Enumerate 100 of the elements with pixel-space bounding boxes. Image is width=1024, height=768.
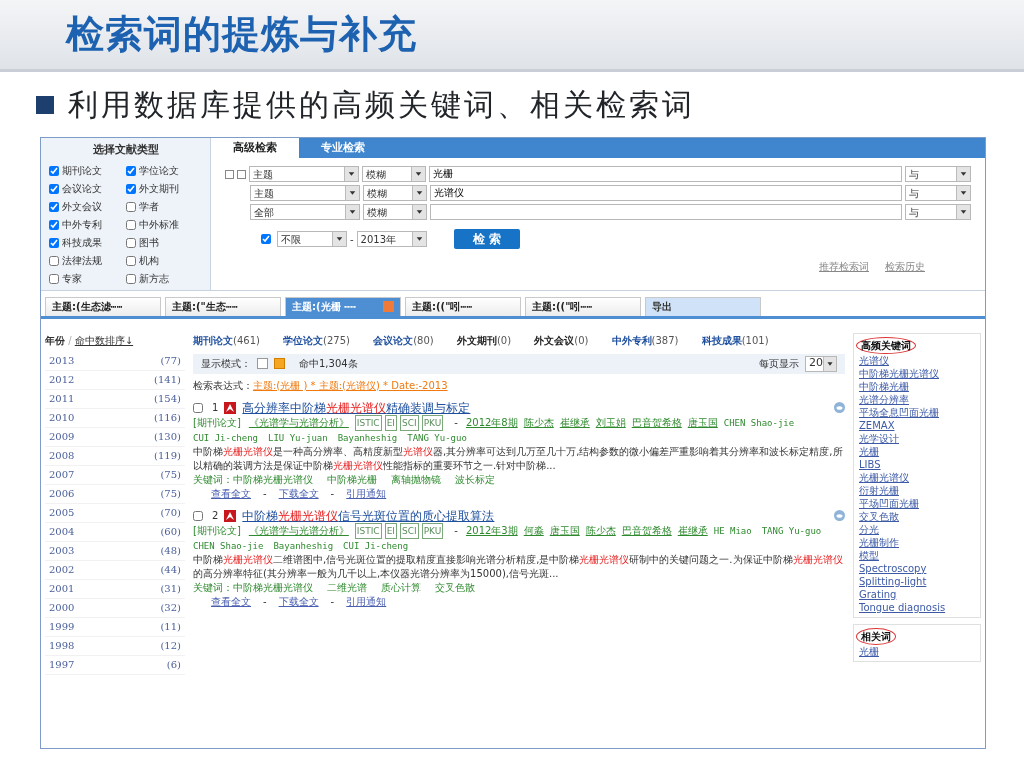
journal-link[interactable]: 《光谱学与光谱分析》: [248, 523, 349, 538]
keyword-link[interactable]: 中阶梯光栅: [327, 472, 377, 487]
year-link[interactable]: 2004: [49, 524, 75, 539]
tab[interactable]: 主题:(("吲┅┅: [525, 296, 641, 316]
author-link[interactable]: 崔继承: [677, 523, 708, 538]
year-link[interactable]: 2009: [49, 429, 75, 444]
action-link[interactable]: 引用通知: [346, 486, 387, 501]
keyword-link[interactable]: 中阶梯光栅光谱仪: [233, 580, 313, 595]
select-field[interactable]: 2013年: [356, 231, 427, 247]
checkbox[interactable]: [261, 234, 271, 244]
input-field[interactable]: 光栅: [429, 166, 902, 182]
keyword-link[interactable]: 离轴抛物镜: [391, 472, 441, 487]
type-count-link[interactable]: 学位论文(275): [283, 334, 350, 346]
type-count-link[interactable]: 期刊论文(461): [193, 334, 260, 346]
tab[interactable]: 高级检索: [211, 138, 299, 158]
keyword-link[interactable]: 衍射光栅: [859, 483, 975, 497]
year-link[interactable]: 1998: [49, 638, 75, 653]
keyword-link[interactable]: Spectroscopy: [859, 561, 975, 575]
year-link[interactable]: 1999: [49, 619, 75, 634]
type-count-link[interactable]: 中外专利(387): [611, 334, 679, 346]
action-link[interactable]: 下载全文: [278, 486, 319, 501]
select-field[interactable]: 与: [905, 204, 971, 220]
checkbox[interactable]: [125, 165, 136, 176]
year-link[interactable]: 2000: [49, 600, 75, 615]
checkbox[interactable]: [49, 237, 59, 248]
year-link[interactable]: 2001: [49, 581, 75, 596]
tab[interactable]: 主题:(生态滤┅┅: [45, 296, 161, 316]
bubble-icon[interactable]: [834, 510, 845, 521]
year-link[interactable]: 2002: [49, 562, 75, 577]
keyword-link[interactable]: ZEMAX: [859, 418, 975, 432]
author-link[interactable]: 巴音贺希格: [621, 523, 672, 538]
year-link[interactable]: 2011: [49, 391, 75, 406]
checkbox[interactable]: [125, 219, 136, 230]
keyword-link[interactable]: 中阶梯光栅: [859, 379, 975, 393]
year-link[interactable]: 1997: [49, 657, 75, 672]
result-title-link[interactable]: 中阶梯光栅光谱仪信号光斑位置的质心提取算法: [242, 508, 495, 523]
author-link[interactable]: 唐玉国: [687, 415, 718, 430]
list-view-icon[interactable]: [257, 358, 268, 369]
keyword-link[interactable]: Grating: [859, 587, 975, 601]
year-link[interactable]: 2007: [49, 467, 75, 482]
keyword-link[interactable]: 中阶梯光栅光谱仪: [859, 366, 975, 380]
journal-link[interactable]: 《光谱学与光谱分析》: [248, 415, 349, 430]
keyword-link[interactable]: Splitting-light: [859, 574, 975, 588]
type-count-link[interactable]: 会议论文(80): [373, 334, 434, 346]
checkbox[interactable]: [49, 255, 59, 266]
checkbox[interactable]: [49, 219, 59, 230]
select-field[interactable]: 模糊: [363, 204, 427, 220]
checkbox[interactable]: [125, 183, 136, 194]
search-button[interactable]: 检 索: [453, 229, 520, 249]
tab[interactable]: 专业检索: [299, 138, 387, 158]
year-link[interactable]: 2008: [49, 448, 75, 463]
keyword-link[interactable]: 光栅: [859, 444, 975, 458]
select-field[interactable]: 主题: [250, 185, 360, 201]
action-link[interactable]: 查看全文: [211, 486, 251, 501]
author-link[interactable]: 陈少杰: [523, 415, 554, 430]
export-tab[interactable]: 导出: [645, 296, 761, 316]
select-field[interactable]: 模糊: [362, 166, 426, 182]
year-link[interactable]: 2005: [49, 505, 75, 520]
year-link[interactable]: 2003: [49, 543, 75, 558]
keyword-link[interactable]: 分光: [859, 522, 975, 536]
checkbox[interactable]: [193, 510, 203, 521]
tab[interactable]: 主题:(("吲┅┅: [405, 296, 521, 316]
bubble-icon[interactable]: [834, 402, 845, 413]
author-link[interactable]: 崔继承: [559, 415, 590, 430]
select-field[interactable]: 20: [805, 355, 837, 372]
select-field[interactable]: 全部: [250, 204, 360, 220]
tab[interactable]: 主题:("生态┅┅: [165, 296, 281, 316]
keyword-link[interactable]: LIBS: [859, 457, 975, 471]
author-link[interactable]: 唐玉国: [549, 523, 580, 538]
keyword-link[interactable]: 交叉色散: [859, 509, 975, 523]
keyword-link[interactable]: 中阶梯光栅光谱仪: [233, 472, 313, 487]
issue-link[interactable]: 2012年3期: [465, 523, 518, 538]
link[interactable]: 推荐检索词: [819, 259, 869, 274]
checkbox[interactable]: [125, 255, 136, 266]
select-field[interactable]: 与: [905, 185, 971, 201]
keyword-link[interactable]: Tongue diagnosis: [859, 600, 975, 614]
select-field[interactable]: 模糊: [363, 185, 427, 201]
checkbox[interactable]: [193, 402, 203, 413]
keyword-link[interactable]: 平场全息凹面光栅: [859, 405, 975, 419]
checkbox[interactable]: [125, 237, 136, 248]
checkbox[interactable]: [49, 165, 59, 176]
author-link[interactable]: 何淼: [523, 523, 544, 538]
keyword-link[interactable]: 交叉色散: [435, 580, 475, 595]
action-link[interactable]: 引用通知: [346, 594, 387, 609]
keyword-link[interactable]: 光学设计: [859, 431, 975, 445]
checkbox[interactable]: [49, 201, 59, 212]
result-title-link[interactable]: 高分辨率中阶梯光栅光谱仪精确装调与标定: [242, 400, 471, 415]
author-link[interactable]: 刘玉娟: [595, 415, 626, 430]
checkbox[interactable]: [125, 273, 136, 284]
input-field[interactable]: [430, 204, 902, 220]
sort-link[interactable]: 命中数排序↓: [74, 334, 134, 346]
keyword-link[interactable]: 平场凹面光栅: [859, 496, 975, 510]
checkbox[interactable]: [125, 201, 136, 212]
input-field[interactable]: 光谱仪: [430, 185, 902, 201]
keyword-link[interactable]: 光栅光谱仪: [859, 470, 975, 484]
year-link[interactable]: 2012: [49, 372, 75, 387]
issue-link[interactable]: 2012年8期: [465, 415, 518, 430]
keyword-link[interactable]: 质心计算: [381, 580, 421, 595]
link[interactable]: 检索历史: [885, 259, 925, 274]
keyword-link[interactable]: 二维光谱: [327, 580, 367, 595]
